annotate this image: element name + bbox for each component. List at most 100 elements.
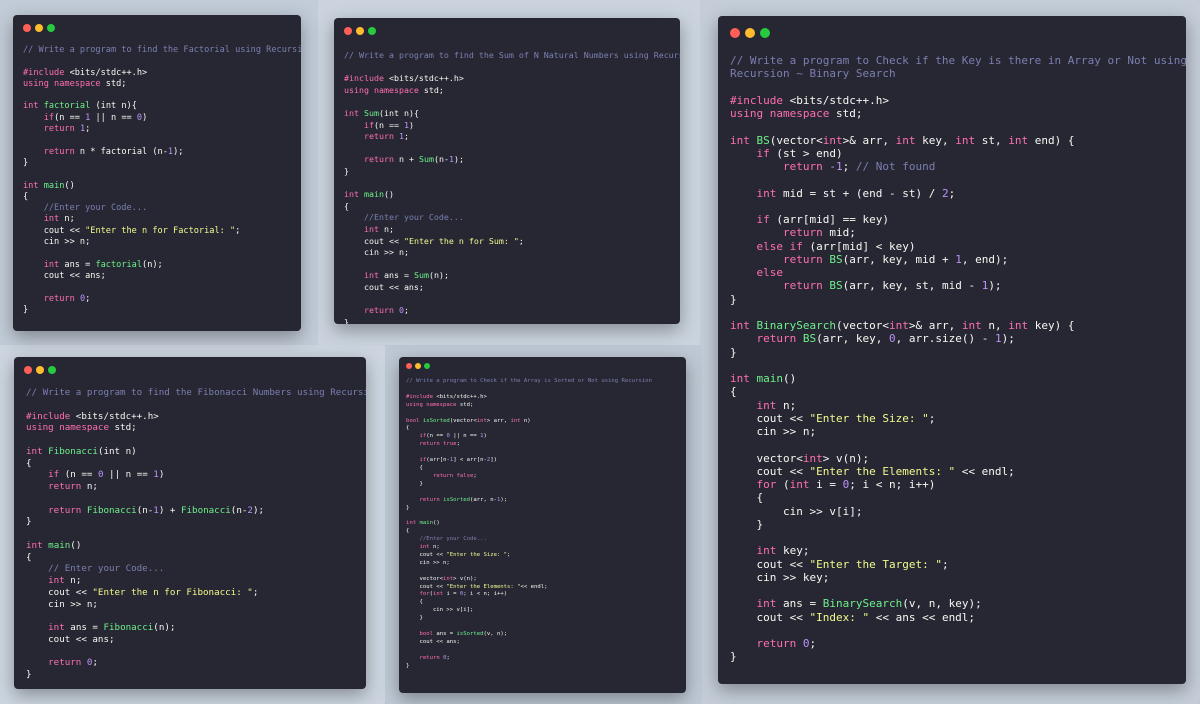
code-line: cin >> n; — [344, 247, 680, 259]
code-function: main — [756, 372, 784, 385]
window-titlebar[interactable] — [334, 18, 680, 44]
code-line: } — [344, 166, 680, 178]
code-text: ; — [85, 124, 91, 135]
code-number: 0 — [802, 637, 810, 650]
code-string: "Enter the Elements: " — [809, 464, 956, 478]
code-line: return 0; — [344, 305, 680, 317]
code-function: BS — [829, 279, 843, 293]
code-line: cout << "Enter the Elements: "<< endl; — [406, 584, 686, 592]
code-line: int main() — [406, 520, 686, 528]
code-line: ​ — [730, 624, 1186, 637]
code-editor[interactable]: // Write a program to find the Factorial… — [13, 41, 301, 316]
code-keyword: return — [782, 226, 823, 240]
close-icon[interactable] — [406, 363, 412, 369]
code-text: (n); — [142, 259, 163, 270]
code-function: main — [43, 180, 65, 191]
code-text: , arr.size() - — [895, 332, 995, 346]
code-keyword: int — [895, 133, 916, 147]
minimize-icon[interactable] — [745, 28, 755, 38]
code-line: int factorial (int n){ — [23, 101, 301, 112]
code-text: (arr[mid] == key) — [769, 213, 889, 226]
code-keyword: int — [756, 597, 777, 611]
code-text: mid; — [822, 226, 856, 240]
code-keyword: #include — [344, 73, 384, 84]
code-line: ​ — [26, 399, 366, 411]
code-line: int mid = st + (end - st) / 2; — [730, 187, 1186, 200]
window-titlebar[interactable] — [14, 357, 366, 383]
code-text: } — [344, 165, 349, 176]
window-titlebar[interactable] — [718, 16, 1186, 48]
code-text: cout << ans; — [406, 638, 460, 645]
code-editor[interactable]: // Write a program to find the Sum of N … — [334, 44, 680, 324]
code-function: Fibonacci — [180, 504, 231, 516]
window-titlebar[interactable] — [13, 15, 301, 41]
code-editor[interactable]: // Write a program to Check if the Array… — [399, 375, 686, 671]
code-line: // Write a program to Check if the Key i… — [730, 54, 1186, 67]
code-text: , end); — [961, 252, 1009, 266]
code-text: { — [26, 457, 32, 469]
code-text: ); — [173, 146, 184, 157]
code-line: ​ — [26, 493, 366, 505]
code-comment: // Not found — [855, 160, 936, 173]
maximize-icon[interactable] — [424, 363, 430, 369]
code-line: return BS(arr, key, st, mid - 1); — [730, 279, 1186, 292]
code-keyword: bool — [419, 631, 433, 637]
close-icon[interactable] — [344, 27, 352, 35]
code-number: 1 — [994, 332, 1002, 346]
code-keyword: if — [756, 213, 770, 226]
code-text: || n == — [449, 433, 481, 440]
code-line: } — [406, 505, 686, 513]
code-text: i = — [809, 478, 843, 491]
code-text: (n == — [373, 119, 404, 130]
code-text: ; — [809, 637, 817, 650]
code-text: (n == — [426, 433, 447, 440]
code-keyword: int — [756, 398, 777, 412]
code-line: #include <bits/stdc++.h> — [23, 68, 301, 79]
code-line: } — [730, 518, 1186, 531]
code-string: "Enter the n for Fibonacci: " — [92, 586, 253, 598]
minimize-icon[interactable] — [35, 24, 43, 32]
code-text: (st > end) — [769, 146, 843, 160]
minimize-icon[interactable] — [356, 27, 364, 35]
code-line: using namespace std; — [730, 107, 1186, 120]
close-icon[interactable] — [24, 366, 32, 374]
code-text: { — [344, 200, 349, 211]
code-text: ) — [408, 119, 414, 130]
code-line: int n; — [730, 399, 1186, 412]
code-number: 1 — [955, 252, 962, 266]
maximize-icon[interactable] — [368, 27, 376, 35]
close-icon[interactable] — [23, 24, 31, 32]
code-keyword: int — [756, 544, 777, 558]
minimize-icon[interactable] — [36, 366, 44, 374]
code-line: ​ — [23, 56, 301, 67]
window-titlebar[interactable] — [399, 357, 686, 375]
code-line: { — [406, 528, 686, 536]
code-line: } — [406, 663, 686, 671]
code-editor[interactable]: // Write a program to Check if the Key i… — [718, 48, 1186, 664]
minimize-icon[interactable] — [415, 363, 421, 369]
code-line: //Enter your Code... — [23, 203, 301, 214]
maximize-icon[interactable] — [760, 28, 770, 38]
close-icon[interactable] — [730, 28, 740, 38]
code-editor[interactable]: // Write a program to find the Fibonacci… — [14, 383, 366, 681]
code-function: Fibonacci — [103, 622, 154, 633]
code-line: ​ — [406, 386, 686, 394]
maximize-icon[interactable] — [47, 24, 55, 32]
code-line: int main() — [344, 189, 680, 201]
code-text: (n == — [59, 469, 98, 481]
code-line: using namespace std; — [23, 79, 301, 90]
maximize-icon[interactable] — [48, 366, 56, 374]
code-string: "Index: " — [809, 610, 870, 624]
code-comment: // Write a program to Check if the Key i… — [730, 54, 1186, 67]
code-keyword: int — [363, 223, 379, 234]
code-line: cin >> n; — [26, 599, 366, 611]
code-text: ; — [92, 657, 98, 669]
code-line: } — [406, 481, 686, 489]
